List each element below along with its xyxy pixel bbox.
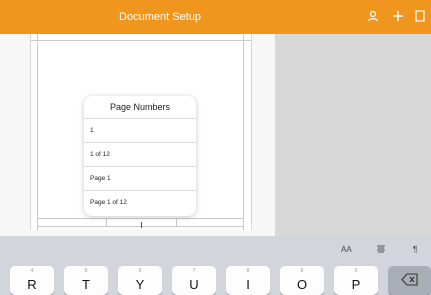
key-alt-label: 8 <box>246 268 250 274</box>
key-p[interactable]: 0 P <box>334 266 378 295</box>
key-alt-label: 7 <box>192 268 196 274</box>
collaborate-icon[interactable] <box>366 9 380 23</box>
page-number-option[interactable]: 1 <box>84 118 196 141</box>
side-area <box>275 34 431 236</box>
keyboard-toolbar: AA ¶ <box>0 236 431 266</box>
page-numbers-popover: Page Numbers 1 1 of 12 Page 1 Page 1 of … <box>84 96 196 216</box>
key-label: T <box>82 277 90 292</box>
delete-icon <box>401 273 419 291</box>
key-o[interactable]: 9 O <box>280 266 324 295</box>
key-label: P <box>351 277 361 292</box>
paragraph-button[interactable]: ¶ <box>413 245 417 254</box>
popover-title: Page Numbers <box>109 102 171 112</box>
key-u[interactable]: 7 U <box>172 266 216 295</box>
key-alt-label: 0 <box>354 268 358 274</box>
page-margin-line <box>243 34 244 230</box>
font-size-button[interactable]: AA <box>341 245 352 254</box>
footer-divider <box>176 218 177 227</box>
key-r[interactable]: 4 R <box>10 266 54 295</box>
page-number-option[interactable]: Page 1 of 12 <box>84 190 196 213</box>
key-alt-label: 9 <box>300 268 304 274</box>
footer-divider <box>106 218 107 227</box>
add-icon[interactable] <box>391 9 405 23</box>
document-icon[interactable] <box>413 9 427 23</box>
page-margin-line <box>37 34 38 230</box>
key-label: R <box>27 277 37 292</box>
key-label: U <box>189 277 199 292</box>
title-bar: Document Setup <box>0 0 431 34</box>
key-alt-label: 6 <box>138 268 142 274</box>
key-label: O <box>296 277 308 292</box>
key-y[interactable]: 6 Y <box>118 266 162 295</box>
page-number-option[interactable]: 1 of 12 <box>84 142 196 165</box>
page-margin-line <box>31 40 251 41</box>
document-title: Document Setup <box>119 11 201 23</box>
page-number-option[interactable]: Page 1 <box>84 166 196 189</box>
key-alt-label: 5 <box>84 268 88 274</box>
align-icon[interactable] <box>376 244 386 256</box>
keyboard: 4 R 5 T 6 Y 7 U 8 I 9 O 0 P <box>0 266 431 295</box>
delete-key[interactable] <box>388 266 431 295</box>
key-label: I <box>246 277 250 292</box>
text-cursor <box>141 222 142 228</box>
footer-line <box>37 218 244 219</box>
key-label: Y <box>135 277 145 292</box>
key-i[interactable]: 8 I <box>226 266 270 295</box>
key-alt-label: 4 <box>30 268 34 274</box>
key-t[interactable]: 5 T <box>64 266 108 295</box>
